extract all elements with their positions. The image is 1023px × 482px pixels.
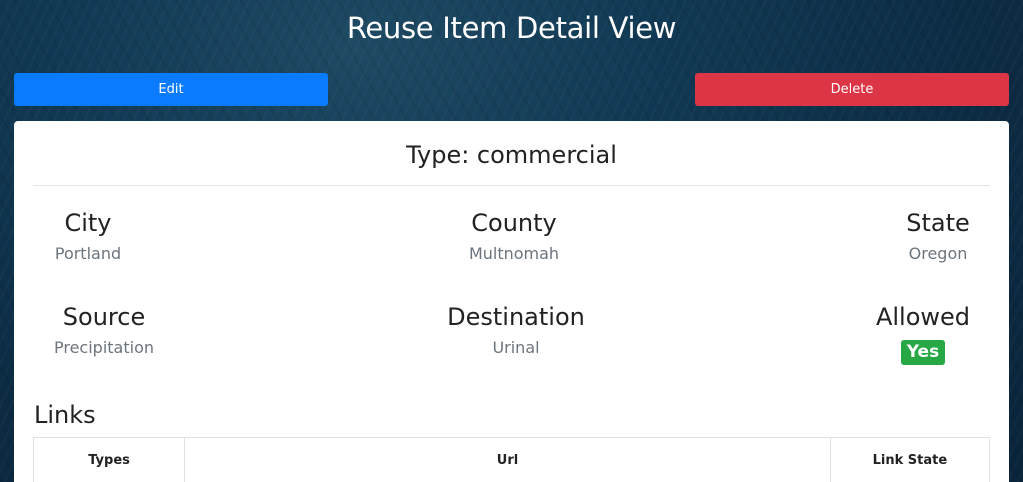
edit-button[interactable]: Edit <box>14 73 328 106</box>
city-label: City <box>64 209 112 237</box>
state-value: Oregon <box>908 244 968 263</box>
column-header-link-state: Link State <box>829 437 991 482</box>
county-value: Multnomah <box>468 244 560 263</box>
city-value: Portland <box>54 244 122 263</box>
county-label: County <box>471 209 557 237</box>
source-value: Precipitation <box>53 338 154 357</box>
column-header-url: Url <box>184 437 831 482</box>
source-label: Source <box>62 303 146 331</box>
city-field: City Portland <box>44 208 132 265</box>
allowed-field: Allowed Yes <box>868 302 978 365</box>
source-field: Source Precipitation <box>39 302 169 359</box>
state-label: State <box>906 209 970 237</box>
links-table-header-row: Types Url Link State <box>32 437 991 482</box>
county-field: County Multnomah <box>434 208 594 265</box>
allowed-badge: Yes <box>900 340 946 365</box>
page-title: Reuse Item Detail View <box>346 11 677 45</box>
allowed-label: Allowed <box>875 303 971 331</box>
detail-card: Type: commercial City Portland County Mu… <box>14 121 1009 482</box>
delete-button[interactable]: Delete <box>695 73 1009 106</box>
column-header-types: Types <box>32 437 186 482</box>
type-heading: Type: commercial <box>406 141 617 169</box>
divider <box>33 185 990 186</box>
destination-value: Urinal <box>492 338 540 357</box>
links-table: Types Url Link State <box>32 437 991 482</box>
state-field: State Oregon <box>888 208 988 265</box>
links-heading: Links <box>34 401 96 429</box>
destination-field: Destination Urinal <box>436 302 596 359</box>
destination-label: Destination <box>447 303 585 331</box>
